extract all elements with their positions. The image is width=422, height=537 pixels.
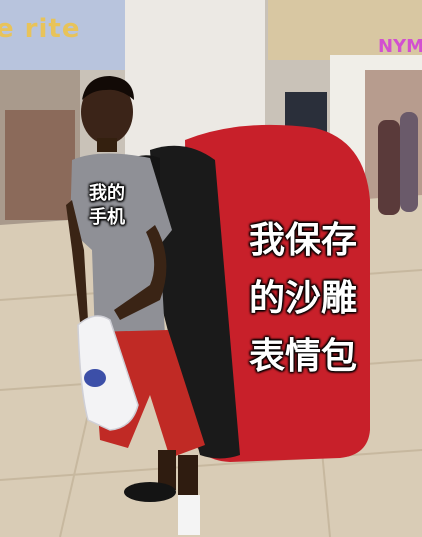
store-sign-left: e rite: [0, 14, 81, 44]
boy-sock: [178, 495, 200, 535]
shopper-figure: [378, 120, 400, 215]
backpack-caption: 我保存 的沙雕 表情包: [248, 220, 357, 377]
store-sign-right: NYM: [378, 36, 422, 57]
phone-caption: 我的 手机: [89, 183, 125, 228]
shopper-figure: [400, 112, 418, 212]
left-store-interior: [5, 110, 75, 220]
boy-sandal: [124, 482, 176, 502]
boy-neck: [97, 138, 117, 152]
bag-logo: [84, 369, 106, 387]
